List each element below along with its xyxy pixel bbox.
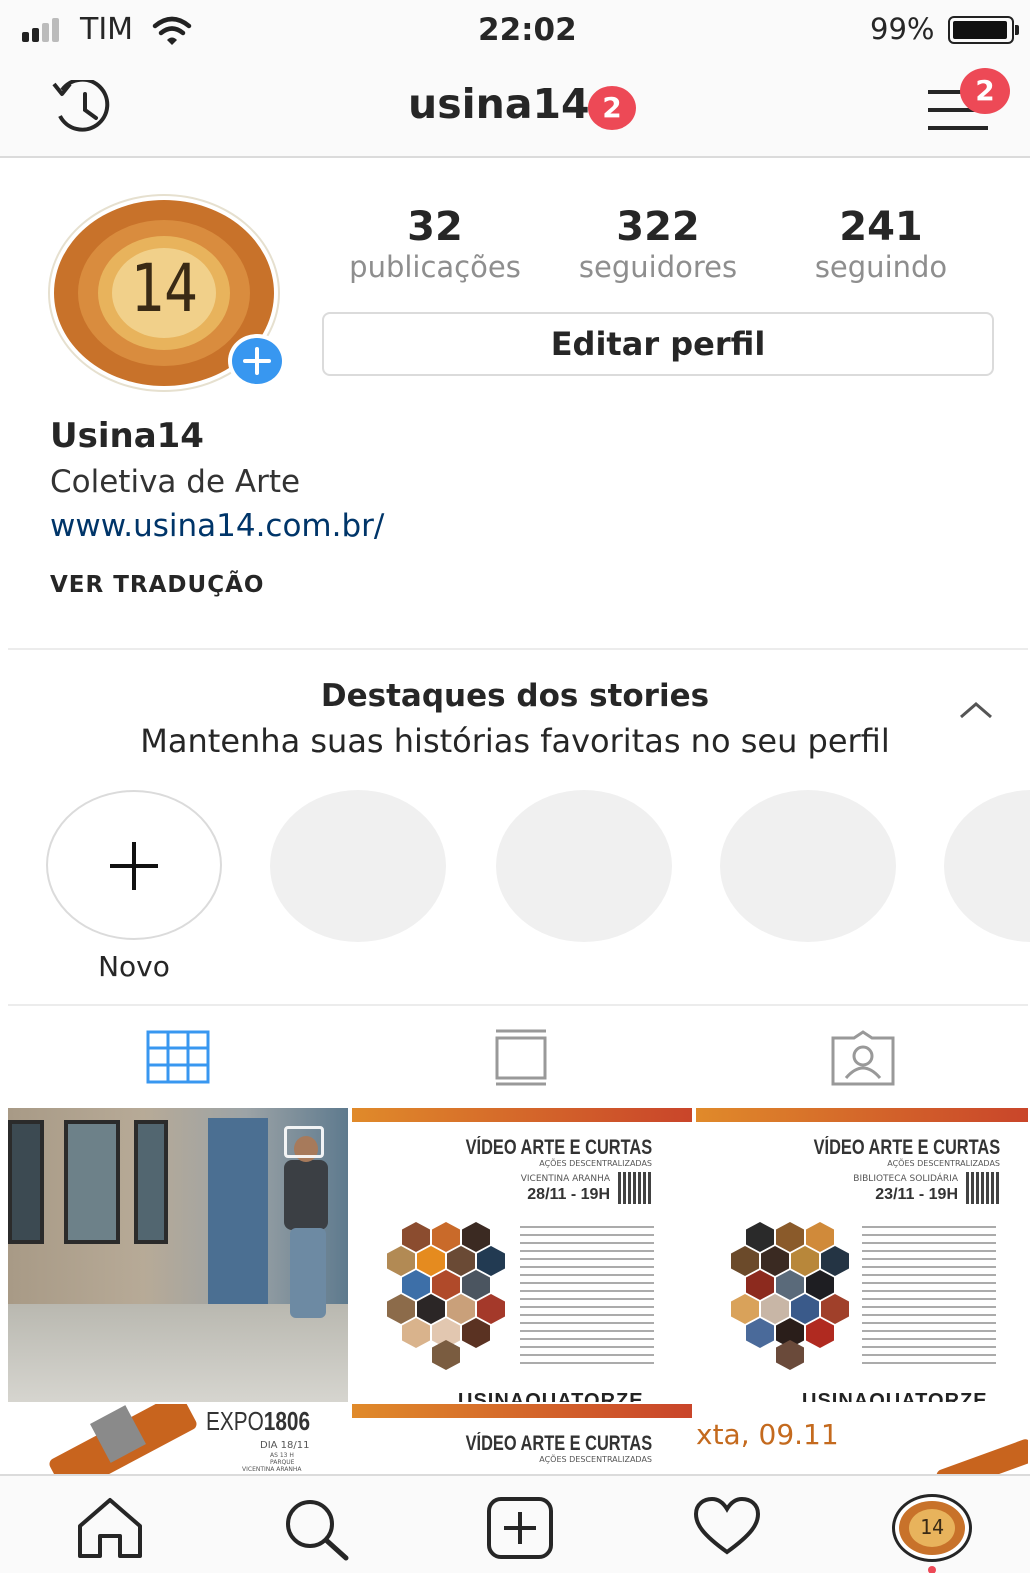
search-icon[interactable] <box>280 1496 352 1562</box>
expo-title-a: EXPO <box>206 1406 264 1436</box>
chevron-up-icon[interactable] <box>958 700 994 720</box>
battery-icon <box>948 16 1019 44</box>
qr-code-icon <box>618 1172 652 1204</box>
stat-label: publicações <box>349 250 521 284</box>
profile-link[interactable]: www.usina14.com.br/ <box>50 508 384 544</box>
history-icon[interactable] <box>50 80 116 136</box>
home-icon[interactable] <box>74 1496 146 1560</box>
hexagon-collage <box>730 1222 860 1370</box>
highlight-placeholder <box>270 790 446 942</box>
activity-dot <box>928 1566 936 1573</box>
profile-name: Usina14 <box>50 416 204 456</box>
feed-view-icon[interactable] <box>494 1028 548 1086</box>
highlights-title: Destaques dos stories <box>320 678 710 714</box>
poster-subtitle: AÇÕES DESCENTRALIZADAS <box>539 1159 652 1168</box>
carrier-name: TIM <box>80 12 134 47</box>
poster-title: VÍDEO ARTE E CURTAS <box>465 1136 652 1159</box>
add-post-icon[interactable] <box>486 1496 554 1560</box>
poster-date: 28/11 - 19H <box>527 1186 610 1203</box>
expo-time: AS 13 H <box>270 1452 294 1459</box>
menu-badge[interactable]: 2 <box>960 68 1010 114</box>
expo-title: EXPO1806 <box>206 1406 310 1437</box>
signal-icon <box>22 18 62 44</box>
highlight-placeholder <box>720 790 896 942</box>
post-text[interactable]: xta, 09.11 <box>696 1404 1028 1474</box>
avatar-logo-text: 14 <box>919 1515 945 1539</box>
battery-percent: 99% <box>870 12 935 46</box>
poster-venue: BIBLIOTECA SOLIDÁRIA <box>853 1174 958 1184</box>
poster-brand: USINAQUATORZE <box>458 1390 644 1402</box>
grid-view-icon[interactable] <box>146 1030 210 1084</box>
expo-venue-a: PARQUE <box>270 1459 295 1466</box>
bottom-nav: 14 <box>0 1474 1030 1573</box>
plus-icon <box>110 842 158 890</box>
see-translation-link[interactable]: VER TRADUÇÃO <box>50 572 264 598</box>
post-poster-biblioteca[interactable]: VÍDEO ARTE E CURTAS AÇÕES DESCENTRALIZAD… <box>696 1108 1028 1402</box>
new-highlight-label: Novo <box>98 950 170 983</box>
expo-day: DIA 18/11 <box>260 1440 310 1451</box>
stat-value: 322 <box>616 204 700 250</box>
edit-profile-button[interactable]: Editar perfil <box>322 312 994 376</box>
notification-badge[interactable]: 2 <box>588 86 636 130</box>
stat-following[interactable]: 241 seguindo <box>784 204 978 284</box>
username-title[interactable]: usina14 <box>408 80 590 128</box>
poster-title: VÍDEO ARTE E CURTAS <box>813 1136 1000 1159</box>
poster-subtitle: AÇÕES DESCENTRALIZADAS <box>887 1159 1000 1168</box>
stat-posts[interactable]: 32 publicações <box>330 204 540 284</box>
hexagon-collage <box>386 1222 516 1370</box>
avatar-logo-text: 14 <box>130 250 198 327</box>
heart-icon[interactable] <box>692 1496 762 1558</box>
stat-label: seguidores <box>578 250 738 284</box>
highlight-placeholder <box>944 790 1030 942</box>
qr-code-icon <box>966 1172 1000 1204</box>
expo-venue-b: VICENTINA ARANHA <box>242 1466 302 1473</box>
poster-title: VÍDEO ARTE E CURTAS <box>465 1432 652 1455</box>
tagged-icon[interactable] <box>830 1030 896 1086</box>
wifi-icon <box>152 16 192 45</box>
stat-followers[interactable]: 322 seguidores <box>556 204 760 284</box>
stat-value: 32 <box>407 204 463 250</box>
post-poster-3[interactable]: VÍDEO ARTE E CURTAS AÇÕES DESCENTRALIZAD… <box>352 1404 692 1474</box>
poster-credits-text <box>520 1226 654 1366</box>
divider <box>8 1004 1028 1006</box>
status-bar: TIM 22:02 99% <box>0 0 1030 62</box>
poster-venue: VICENTINA ARANHA <box>520 1174 610 1184</box>
expo-title-b: 1806 <box>263 1406 311 1436</box>
new-highlight-button[interactable] <box>46 790 222 940</box>
profile-header: usina14 2 2 <box>0 62 1030 158</box>
add-story-button[interactable] <box>228 334 286 388</box>
post-poster-vicentina[interactable]: VÍDEO ARTE E CURTAS AÇÕES DESCENTRALIZAD… <box>352 1108 692 1402</box>
stat-label: seguindo <box>814 250 948 284</box>
multi-photo-icon <box>284 1126 324 1158</box>
stat-value: 241 <box>839 204 923 250</box>
profile-bio: Coletiva de Arte <box>50 464 301 500</box>
post-text-date: xta, 09.11 <box>696 1418 839 1451</box>
poster-brand: USINAQUATORZE <box>802 1390 988 1402</box>
post-expo[interactable]: EXPO1806 DIA 18/11 AS 13 H PARQUE VICENT… <box>8 1404 348 1474</box>
highlights-subtitle: Mantenha suas histórias favoritas no seu… <box>140 722 890 760</box>
post-photo-wall[interactable] <box>8 1108 348 1402</box>
poster-date: 23/11 - 19H <box>875 1186 958 1203</box>
divider <box>8 648 1028 650</box>
poster-subtitle: AÇÕES DESCENTRALIZADAS <box>539 1455 652 1464</box>
clock: 22:02 <box>478 12 577 48</box>
highlight-placeholder <box>496 790 672 942</box>
poster-credits-text <box>862 1226 996 1366</box>
plus-icon <box>243 347 271 375</box>
profile-tab-avatar[interactable]: 14 <box>892 1494 972 1562</box>
